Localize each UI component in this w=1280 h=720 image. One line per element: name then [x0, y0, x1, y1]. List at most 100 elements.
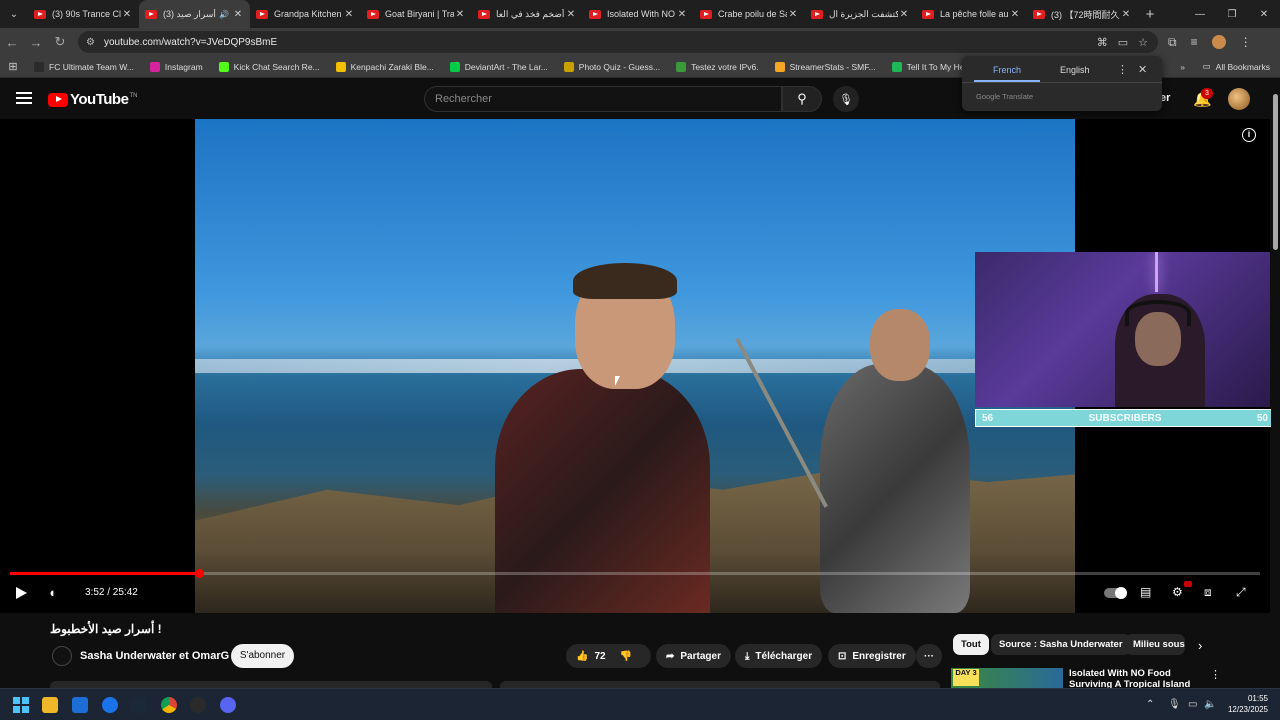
- volume-icon[interactable]: ◖: [48, 585, 56, 600]
- tab-close-icon[interactable]: ✕: [1120, 9, 1132, 20]
- all-bookmarks[interactable]: ▭ All Bookmarks: [1203, 61, 1270, 72]
- browser-tab[interactable]: La pêche folle au ✕: [916, 0, 1027, 28]
- bookmark-item[interactable]: Testez votre IPv6.: [668, 61, 767, 72]
- chevron-right-icon[interactable]: ›: [1198, 638, 1202, 653]
- address-bar[interactable]: ⚙ youtube.com/watch?v=JVeDQP9sBmE ⌘ ▭ ☆: [78, 31, 1158, 53]
- video-frame[interactable]: [195, 119, 1075, 613]
- chip-underwater[interactable]: Milieu sous: [1125, 634, 1185, 655]
- new-tab-button[interactable]: +: [1138, 6, 1162, 23]
- browser-tab[interactable]: أضخم فخذ في العا ✕: [472, 0, 583, 28]
- profile-avatar[interactable]: [1211, 34, 1226, 49]
- search-button[interactable]: ⚲: [782, 86, 822, 112]
- system-clock[interactable]: 01:55 12/23/2025: [1222, 693, 1268, 715]
- start-button[interactable]: [13, 697, 29, 713]
- download-button[interactable]: ⤓ Télécharger: [735, 644, 823, 668]
- obs-icon[interactable]: [190, 697, 206, 713]
- apps-grid-icon[interactable]: ⊞: [0, 60, 26, 73]
- like-count[interactable]: 72: [594, 651, 605, 662]
- recommendation-title[interactable]: Isolated With NO Food Surviving A Tropic…: [1069, 668, 1209, 688]
- browser-tab[interactable]: (3) 90s Trance Clu ✕: [28, 0, 139, 28]
- browser-tab[interactable]: اكتشفت الجزيرة ال ✕: [805, 0, 916, 28]
- bookmark-item[interactable]: DeviantArt - The Lar...: [442, 61, 556, 72]
- tray-overflow-icon[interactable]: ⌃: [1146, 699, 1154, 710]
- tab-close-icon[interactable]: ✕: [787, 9, 799, 20]
- bookmark-item[interactable]: FC Ultimate Team W...: [26, 61, 142, 72]
- steam-icon[interactable]: [131, 697, 147, 713]
- tab-close-icon[interactable]: ✕: [1009, 9, 1021, 20]
- tab-close-icon[interactable]: ✕: [565, 9, 577, 20]
- channel-name[interactable]: Sasha Underwater et OmarG: [80, 650, 229, 662]
- discord-icon[interactable]: [220, 697, 236, 713]
- translate-tab-source[interactable]: French: [993, 65, 1021, 75]
- browser-tab[interactable]: Crabe poilu de Sa ✕: [694, 0, 805, 28]
- browser-tab[interactable]: Goat Biryani | Trad ✕: [361, 0, 472, 28]
- microphone-tray-icon[interactable]: 🎙: [1168, 699, 1181, 710]
- progress-scrubber[interactable]: [194, 569, 204, 578]
- browser-tab[interactable]: Grandpa Kitchen ✕: [250, 0, 361, 28]
- chrome-icon[interactable]: [161, 697, 177, 713]
- subscribe-button[interactable]: S'abonner: [231, 644, 294, 668]
- like-icon[interactable]: 👍: [576, 651, 588, 662]
- volume-tray-icon[interactable]: 🔈: [1204, 699, 1216, 710]
- tab-audio-icon[interactable]: 🔊: [219, 10, 229, 19]
- forward-icon[interactable]: →: [24, 35, 48, 50]
- subtitles-icon[interactable]: ▤: [1140, 585, 1151, 599]
- comments-preview[interactable]: [500, 681, 940, 688]
- back-icon[interactable]: ←: [0, 35, 24, 50]
- bookmark-item[interactable]: Kenpachi Zaraki Ble...: [328, 61, 442, 72]
- dislike-icon[interactable]: 👎: [620, 651, 632, 662]
- account-avatar[interactable]: [1228, 88, 1250, 110]
- miniplayer-icon[interactable]: ⧈: [1204, 585, 1212, 600]
- more-actions-button[interactable]: ···: [916, 644, 942, 668]
- more-options-icon[interactable]: ⋮: [1117, 63, 1128, 76]
- description-box[interactable]: [50, 681, 492, 688]
- tab-close-icon[interactable]: ✕: [232, 9, 244, 20]
- edge-icon[interactable]: [102, 697, 118, 713]
- browser-tab[interactable]: Isolated With NO ✕: [583, 0, 694, 28]
- restore-icon[interactable]: ❐: [1216, 0, 1248, 28]
- minimize-icon[interactable]: —: [1184, 0, 1216, 28]
- recommendation-menu-icon[interactable]: ⋮: [1210, 668, 1221, 681]
- share-button[interactable]: ➦ Partager: [656, 644, 731, 668]
- bookmark-item[interactable]: Instagram: [142, 61, 211, 72]
- scrollbar-thumb[interactable]: [1273, 94, 1278, 250]
- play-icon[interactable]: [16, 587, 27, 599]
- save-button[interactable]: ⊡ Enregistrer: [828, 644, 916, 668]
- tab-close-icon[interactable]: ✕: [343, 9, 355, 20]
- settings-gear-icon[interactable]: ⚙: [1172, 585, 1183, 599]
- close-icon[interactable]: ✕: [1138, 63, 1147, 76]
- cast-icon[interactable]: ▭: [1118, 36, 1128, 49]
- media-control-icon[interactable]: ≡: [1191, 35, 1198, 50]
- channel-avatar[interactable]: [52, 646, 72, 666]
- video-player[interactable]: i 56 SUBSCRIBERS 50 ◖ 3:52 / 25:42 ▤ ⚙ ⧈…: [0, 119, 1275, 613]
- hamburger-menu-icon[interactable]: [16, 92, 32, 104]
- extensions-icon[interactable]: ⧉: [1168, 35, 1177, 50]
- reload-icon[interactable]: ↻: [48, 34, 72, 50]
- translate-tab-target[interactable]: English: [1060, 65, 1090, 75]
- bookmark-item[interactable]: Photo Quiz - Guess...: [556, 61, 668, 72]
- browser-tab[interactable]: (3) 【72時間耐久】✕: [1027, 0, 1138, 28]
- page-scrollbar[interactable]: [1271, 80, 1280, 688]
- tab-close-icon[interactable]: ✕: [898, 9, 910, 20]
- tab-close-icon[interactable]: ✕: [454, 9, 466, 20]
- site-info-icon[interactable]: ⚙: [86, 37, 100, 48]
- voice-search-button[interactable]: 🎙: [833, 86, 859, 112]
- youtube-logo[interactable]: YouTube TN: [48, 91, 137, 108]
- close-window-icon[interactable]: ✕: [1248, 0, 1280, 28]
- fullscreen-icon[interactable]: ⤢: [1236, 585, 1246, 600]
- chip-all[interactable]: Tout: [953, 634, 989, 655]
- bookmark-item[interactable]: StreamerStats - SMF...: [767, 61, 884, 72]
- chip-source[interactable]: Source : Sasha Underwater: [991, 634, 1131, 655]
- url-text[interactable]: youtube.com/watch?v=JVeDQP9sBmE: [104, 37, 1097, 48]
- translate-icon[interactable]: ⌘: [1097, 36, 1108, 49]
- tab-close-icon[interactable]: ✕: [121, 9, 133, 20]
- autoplay-toggle[interactable]: [1104, 587, 1127, 599]
- progress-bar[interactable]: [10, 569, 1260, 578]
- tab-search-icon[interactable]: ⌄: [0, 0, 28, 28]
- tab-close-icon[interactable]: ✕: [676, 9, 688, 20]
- chrome-menu-icon[interactable]: ⋮: [1240, 35, 1252, 50]
- info-icon[interactable]: i: [1242, 128, 1256, 142]
- search-input[interactable]: Rechercher: [424, 86, 782, 112]
- bookmark-star-icon[interactable]: ☆: [1138, 36, 1148, 49]
- display-tray-icon[interactable]: ▭: [1188, 699, 1197, 710]
